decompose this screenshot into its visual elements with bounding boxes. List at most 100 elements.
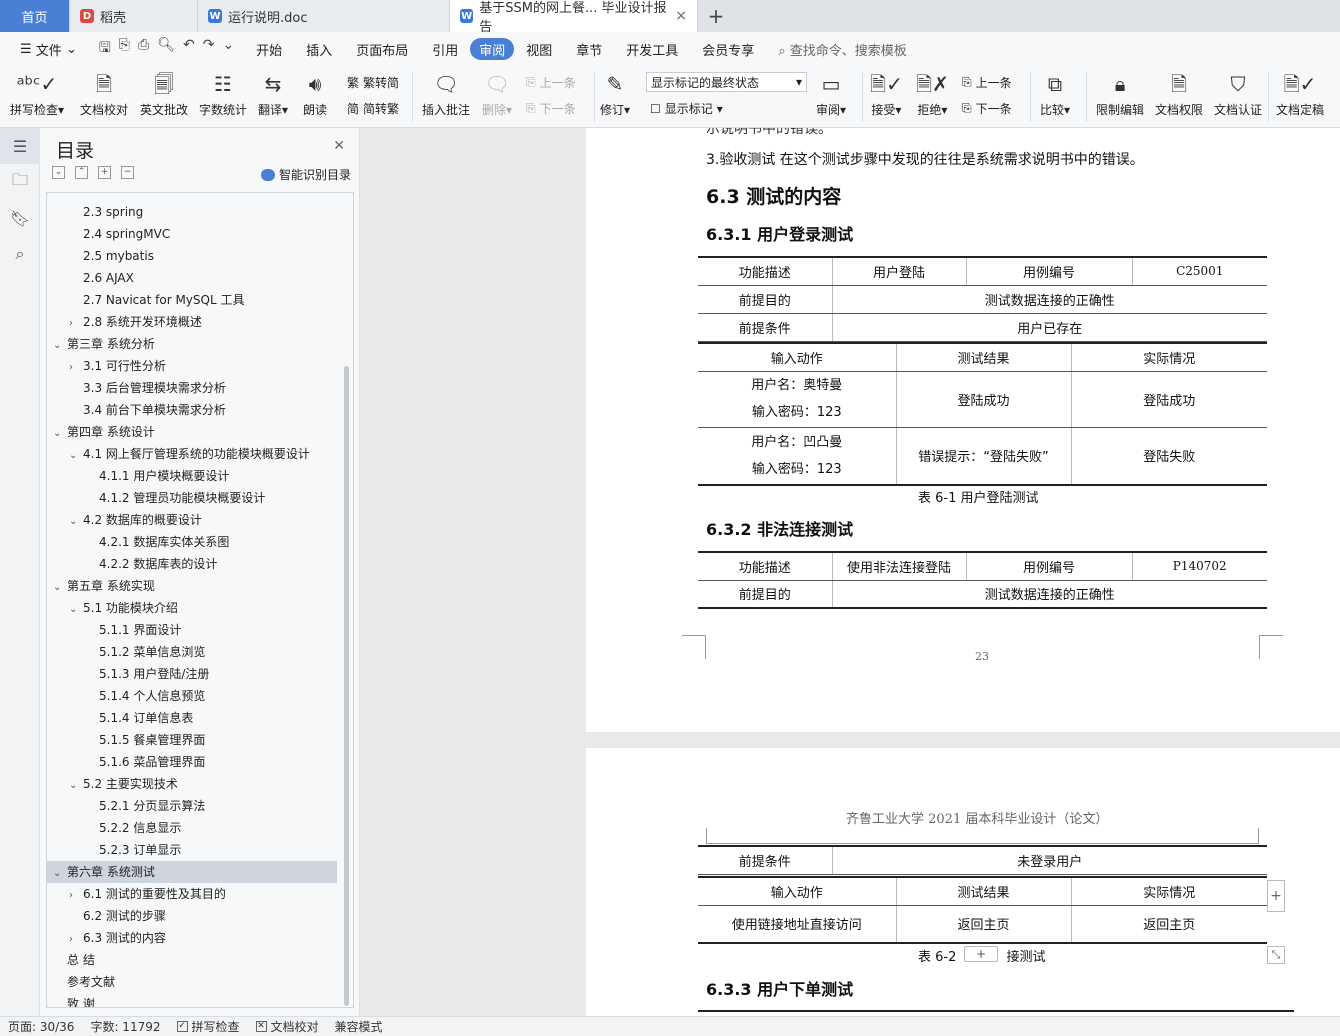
- word-count-button[interactable]: ☷ 字数统计: [199, 70, 247, 118]
- toc-item[interactable]: 5.1.4 个人信息预览: [47, 685, 337, 707]
- chevron-right-icon[interactable]: ›: [69, 929, 83, 951]
- section-nav-icon[interactable]: 🗀: [0, 164, 40, 200]
- menu-review[interactable]: 审阅: [470, 38, 515, 60]
- chevron-down-icon[interactable]: ⌄: [69, 445, 83, 467]
- new-tab-button[interactable]: +: [698, 0, 734, 32]
- add-column-button[interactable]: +: [1267, 880, 1285, 912]
- toc-item[interactable]: 致 谢: [47, 993, 337, 1007]
- preview-icon[interactable]: 🔍︎: [157, 37, 175, 61]
- toc-item[interactable]: ⌄ 4.1 网上餐厅管理系统的功能模块概要设计: [47, 443, 337, 465]
- show-markup-button[interactable]: ☐ 显示标记 ▾: [650, 100, 723, 117]
- translate-button[interactable]: ⇆ 翻译▾: [258, 70, 288, 118]
- remove-heading-icon[interactable]: −: [121, 166, 134, 179]
- prev-comment-button[interactable]: ⎘ 上一条: [526, 74, 576, 91]
- toc-item[interactable]: 6.2 测试的步骤: [47, 905, 337, 927]
- tab-home[interactable]: 首页: [0, 0, 70, 32]
- resize-table-button[interactable]: ⤡: [1267, 946, 1285, 964]
- menu-developer[interactable]: 开发工具: [614, 38, 690, 60]
- smart-toc-button[interactable]: 智能识别目录: [260, 166, 351, 183]
- finalize-button[interactable]: 🗎✓ 文档定稿: [1276, 70, 1324, 118]
- toc-item[interactable]: 5.2.3 订单显示: [47, 839, 337, 861]
- chevron-down-icon[interactable]: ⌄: [53, 863, 67, 885]
- toc-item[interactable]: ⌄ 5.2 主要实现技术: [47, 773, 337, 795]
- menu-file[interactable]: ☰ 文件 ⌄: [8, 38, 89, 60]
- toc-item[interactable]: › 3.1 可行性分析: [47, 355, 337, 377]
- read-aloud-button[interactable]: 🔊︎ 朗读: [303, 70, 327, 118]
- toc-item[interactable]: ⌄ 第三章 系统分析: [47, 333, 337, 355]
- close-icon[interactable]: ✕: [333, 138, 345, 154]
- save-icon[interactable]: 🖫: [99, 37, 111, 61]
- toc-item[interactable]: 2.4 springMVC: [47, 223, 337, 245]
- prev-change-button[interactable]: ⎘ 上一条: [962, 74, 1012, 91]
- tab-run-doc[interactable]: W 运行说明.doc: [198, 0, 450, 32]
- next-change-button[interactable]: ⎘ 下一条: [962, 100, 1012, 117]
- collapse-all-icon[interactable]: ⌄: [52, 166, 65, 179]
- menu-layout[interactable]: 页面布局: [344, 38, 420, 60]
- toc-item[interactable]: › 6.1 测试的重要性及其目的: [47, 883, 337, 905]
- spell-check-button[interactable]: ᵃᵇᶜ✓ 拼写检查▾: [10, 70, 64, 118]
- restrict-edit-button[interactable]: 🔒︎ 限制编辑: [1096, 70, 1144, 118]
- toc-item[interactable]: 4.2.2 数据库表的设计: [47, 553, 337, 575]
- print-icon[interactable]: ⎙: [138, 37, 149, 61]
- expand-all-icon[interactable]: ⌃: [75, 166, 88, 179]
- add-row-button[interactable]: +: [964, 946, 998, 962]
- page-indicator[interactable]: 页面: 30/36: [8, 1018, 74, 1035]
- toc-item[interactable]: 5.1.5 餐桌管理界面: [47, 729, 337, 751]
- chevron-down-icon[interactable]: ⌄: [53, 335, 67, 357]
- toc-item[interactable]: ⌄ 第六章 系统测试: [47, 861, 337, 883]
- toc-item[interactable]: 4.1.1 用户模块概要设计: [47, 465, 337, 487]
- undo-icon[interactable]: ↶: [183, 37, 195, 61]
- toc-item[interactable]: 5.1.1 界面设计: [47, 619, 337, 641]
- toc-item[interactable]: 4.1.2 管理员功能模块概要设计: [47, 487, 337, 509]
- doc-permission-button[interactable]: 🗎 文档权限: [1155, 70, 1203, 118]
- toc-item[interactable]: 2.5 mybatis: [47, 245, 337, 267]
- toc-item[interactable]: 3.3 后台管理模块需求分析: [47, 377, 337, 399]
- compare-button[interactable]: ⧉ 比较▾: [1040, 70, 1070, 118]
- tab-docer[interactable]: D 稻壳: [70, 0, 198, 32]
- add-heading-icon[interactable]: +: [98, 166, 111, 179]
- toc-item[interactable]: 2.7 Navicat for MySQL 工具: [47, 289, 337, 311]
- export-icon[interactable]: ⎘: [119, 37, 130, 61]
- toc-item[interactable]: 参考文献: [47, 971, 337, 993]
- more-icon[interactable]: ⌄: [222, 37, 234, 61]
- toc-scrollbar[interactable]: [344, 366, 349, 1006]
- menu-section[interactable]: 章节: [564, 38, 614, 60]
- doc-auth-button[interactable]: ⛉ 文档认证: [1214, 70, 1262, 118]
- menu-view[interactable]: 视图: [514, 38, 564, 60]
- toc-item[interactable]: 5.1.2 菜单信息浏览: [47, 641, 337, 663]
- reject-button[interactable]: 🗎✗ 拒绝▾: [916, 70, 949, 118]
- chevron-right-icon[interactable]: ›: [69, 885, 83, 907]
- simp-to-trad-button[interactable]: 简简转繁: [347, 100, 399, 117]
- accept-button[interactable]: 🗎✓ 接受▾: [870, 70, 903, 118]
- doc-proof-button[interactable]: 🗎 文档校对: [80, 70, 128, 118]
- redo-icon[interactable]: ↷: [203, 37, 215, 61]
- toc-item[interactable]: ⌄ 5.1 功能模块介绍: [47, 597, 337, 619]
- spell-check-status[interactable]: ✓ 拼写检查: [176, 1018, 240, 1035]
- menu-insert[interactable]: 插入: [294, 38, 344, 60]
- trad-to-simp-button[interactable]: 繁繁转简: [347, 74, 399, 91]
- toc-toggle-icon[interactable]: ☰: [0, 128, 40, 164]
- menu-references[interactable]: 引用: [420, 38, 470, 60]
- bookmark-icon[interactable]: 🔖︎: [0, 200, 40, 236]
- find-icon[interactable]: ⌕: [0, 236, 40, 272]
- review-pane-button[interactable]: ▭ 审阅▾: [816, 70, 846, 118]
- toc-item[interactable]: ⌄ 第四章 系统设计: [47, 421, 337, 443]
- toc-item[interactable]: › 6.3 测试的内容: [47, 927, 337, 949]
- toc-item[interactable]: 5.2.2 信息显示: [47, 817, 337, 839]
- toc-item[interactable]: ⌄ 4.2 数据库的概要设计: [47, 509, 337, 531]
- track-changes-button[interactable]: ✎ 修订▾: [600, 70, 630, 118]
- menu-start[interactable]: 开始: [244, 38, 294, 60]
- toc-item[interactable]: 5.1.3 用户登陆/注册: [47, 663, 337, 685]
- delete-comment-button[interactable]: 🗨 删除▾: [482, 70, 512, 118]
- toc-item[interactable]: 2.6 AJAX: [47, 267, 337, 289]
- chevron-right-icon[interactable]: ›: [69, 357, 83, 379]
- next-comment-button[interactable]: ⎘ 下一条: [526, 100, 576, 117]
- toc-item[interactable]: 4.2.1 数据库实体关系图: [47, 531, 337, 553]
- document-area[interactable]: 示说明书中的错误。 3.验收测试 在这个测试步骤中发现的往往是系统需求说明书中的…: [361, 128, 1340, 1016]
- chevron-down-icon[interactable]: ⌄: [69, 511, 83, 533]
- chevron-down-icon[interactable]: ⌄: [69, 599, 83, 621]
- toc-item[interactable]: 5.1.4 订单信息表: [47, 707, 337, 729]
- toc-item[interactable]: 总 结: [47, 949, 337, 971]
- toc-item[interactable]: 2.3 spring: [47, 201, 337, 223]
- chevron-down-icon[interactable]: ⌄: [53, 423, 67, 445]
